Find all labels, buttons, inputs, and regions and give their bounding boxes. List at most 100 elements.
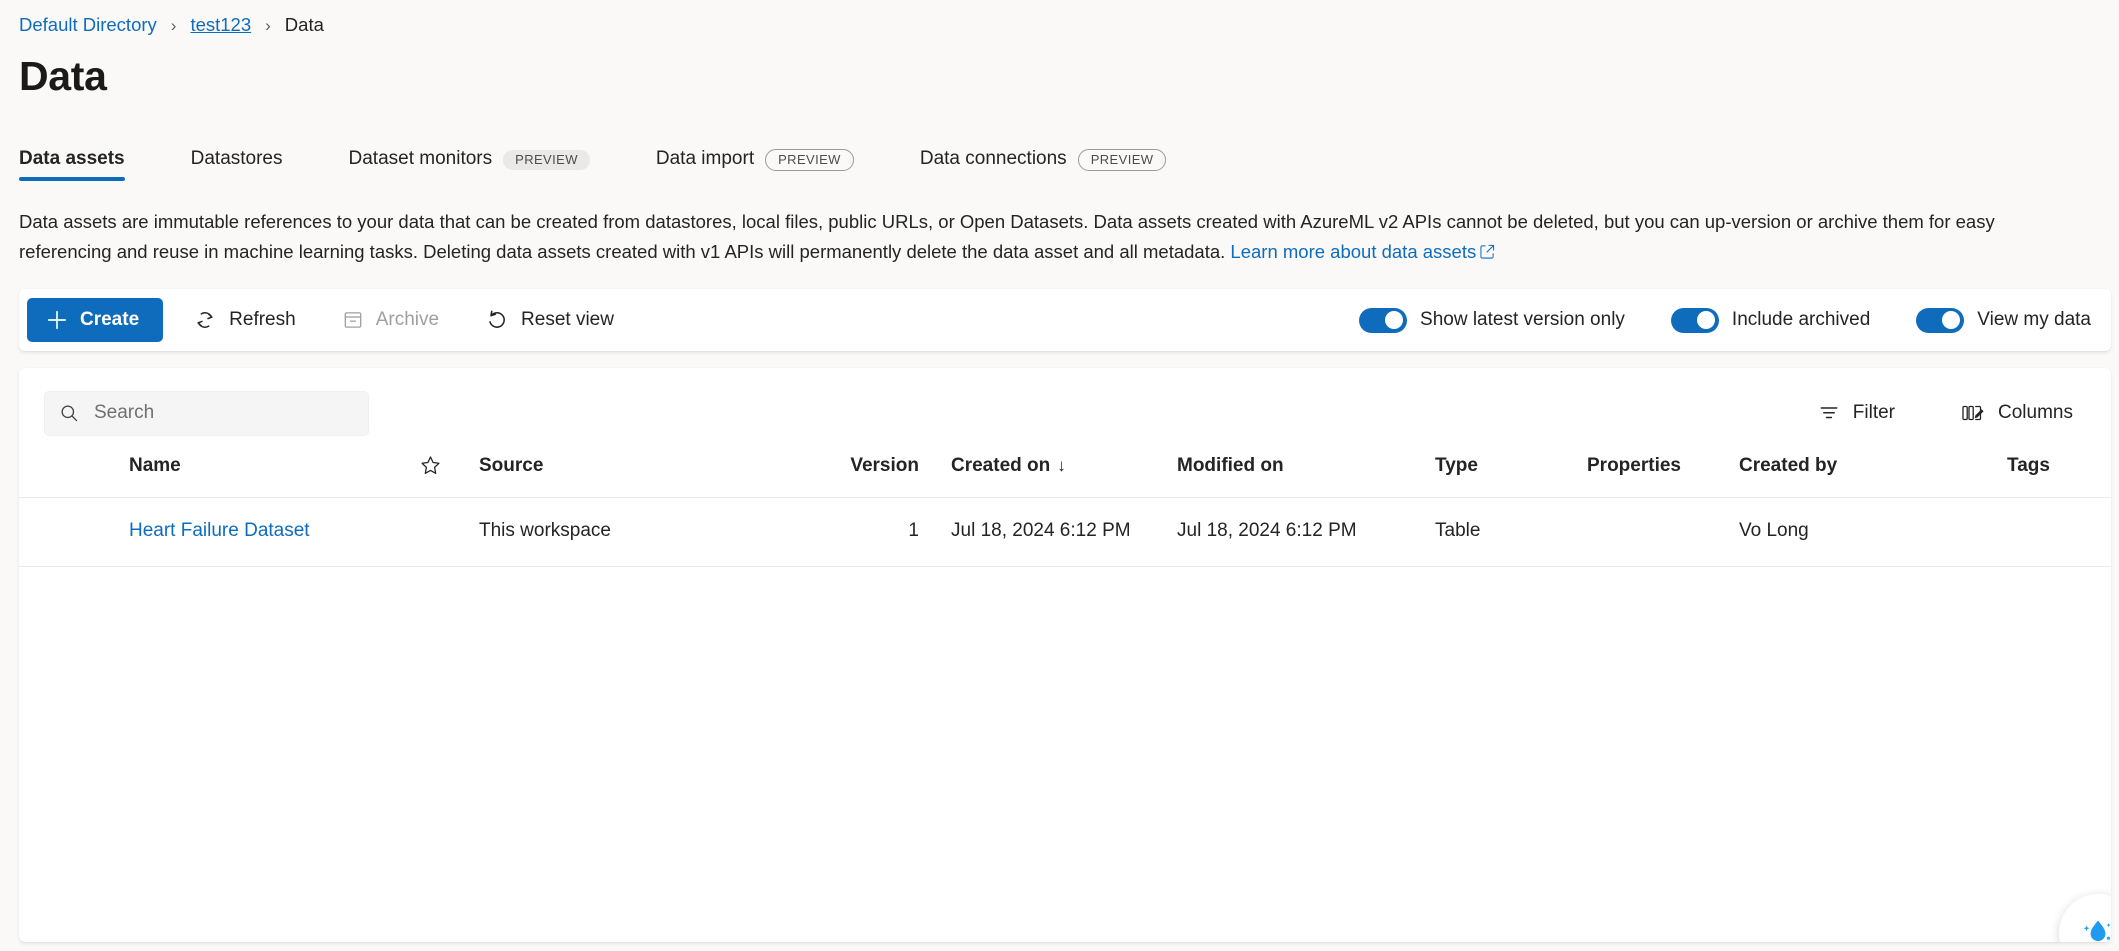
external-link-icon bbox=[1480, 244, 1495, 259]
column-header-properties[interactable]: Properties bbox=[1587, 440, 1739, 499]
star-icon bbox=[419, 454, 479, 477]
sort-descending-icon: ↓ bbox=[1057, 455, 1066, 475]
table-toolbar: Filter Columns bbox=[19, 368, 2111, 440]
column-header-favorite[interactable] bbox=[419, 440, 479, 499]
toggle-view-my-data[interactable]: View my data bbox=[1916, 307, 2091, 333]
data-asset-link[interactable]: Heart Failure Dataset bbox=[129, 520, 310, 541]
preview-badge: PREVIEW bbox=[503, 150, 590, 171]
table-tool-buttons: Filter Columns bbox=[1766, 394, 2087, 432]
table-row[interactable]: Heart Failure Dataset This workspace 1 J… bbox=[19, 497, 2111, 568]
column-header-tags[interactable]: Tags bbox=[2007, 440, 2111, 499]
cell-favorite[interactable] bbox=[419, 497, 479, 568]
search-box[interactable] bbox=[44, 390, 369, 436]
archive-label: Archive bbox=[375, 309, 440, 331]
toggle-knob bbox=[1942, 311, 1961, 330]
column-header-version[interactable]: Version bbox=[809, 440, 919, 499]
tab-label: Data connections bbox=[919, 148, 1067, 170]
search-input[interactable] bbox=[94, 402, 354, 425]
toggle-knob bbox=[1696, 311, 1715, 330]
cell-name: Heart Failure Dataset bbox=[19, 497, 419, 568]
data-assets-table: Name Source Version Created on ↓ Modifie… bbox=[19, 440, 2111, 568]
cell-modified-on: Jul 18, 2024 6:12 PM bbox=[1177, 497, 1435, 568]
search-icon bbox=[59, 403, 80, 424]
columns-label: Columns bbox=[1998, 402, 2073, 424]
tab-label: Dataset monitors bbox=[348, 148, 493, 170]
tab-dataset-monitors[interactable]: Dataset monitors PREVIEW bbox=[349, 131, 612, 187]
table-body: Heart Failure Dataset This workspace 1 J… bbox=[19, 497, 2111, 568]
column-label: Type bbox=[1435, 454, 1478, 476]
archive-button[interactable]: Archive bbox=[326, 298, 455, 342]
table-header: Name Source Version Created on ↓ Modifie… bbox=[19, 440, 2111, 499]
column-label: Created by bbox=[1739, 454, 1838, 476]
tab-data-import[interactable]: Data import PREVIEW bbox=[656, 131, 876, 187]
column-label: Source bbox=[479, 454, 544, 476]
cell-created-on: Jul 18, 2024 6:12 PM bbox=[919, 497, 1177, 568]
column-header-source[interactable]: Source bbox=[479, 440, 809, 499]
columns-button[interactable]: Columns bbox=[1947, 394, 2087, 432]
breadcrumb-item-default-directory[interactable]: Default Directory bbox=[19, 14, 157, 36]
filter-label: Filter bbox=[1852, 402, 1896, 424]
cell-version: 1 bbox=[809, 497, 919, 568]
toggle-switch[interactable] bbox=[1359, 307, 1408, 333]
page-title: Data bbox=[19, 53, 107, 99]
tab-data-assets[interactable]: Data assets bbox=[19, 131, 147, 187]
toggle-label: Include archived bbox=[1731, 309, 1871, 331]
cell-type: Table bbox=[1435, 497, 1587, 568]
column-header-name[interactable]: Name bbox=[19, 440, 419, 499]
cell-tags bbox=[2007, 497, 2111, 568]
command-toolbar-toggles: Show latest version only Include archive… bbox=[1359, 307, 2097, 333]
create-label: Create bbox=[80, 309, 140, 331]
tab-bar: Data assets Datastores Dataset monitors … bbox=[0, 131, 2119, 187]
toggle-knob bbox=[1385, 311, 1404, 330]
refresh-button[interactable]: Refresh bbox=[177, 298, 312, 342]
description-text: Data assets are immutable references to … bbox=[19, 211, 1995, 263]
filter-icon bbox=[1818, 402, 1840, 424]
toggle-switch[interactable] bbox=[1670, 307, 1719, 333]
preview-badge: PREVIEW bbox=[765, 149, 854, 172]
column-label: Properties bbox=[1587, 454, 1681, 476]
toggle-switch[interactable] bbox=[1916, 307, 1965, 333]
refresh-label: Refresh bbox=[229, 309, 296, 331]
reset-view-button[interactable]: Reset view bbox=[469, 298, 630, 342]
toggle-include-archived[interactable]: Include archived bbox=[1670, 307, 1871, 333]
breadcrumb-item-test123[interactable]: test123 bbox=[190, 14, 251, 36]
tab-label: Data assets bbox=[19, 148, 125, 170]
column-label: Tags bbox=[2007, 454, 2050, 476]
breadcrumb-separator-icon: › bbox=[170, 15, 177, 35]
cell-properties bbox=[1587, 497, 1739, 568]
breadcrumb: Default Directory › test123 › Data bbox=[0, 0, 2119, 40]
columns-edit-icon bbox=[1961, 402, 1985, 424]
column-label: Modified on bbox=[1177, 454, 1284, 476]
copilot-button[interactable] bbox=[2059, 894, 2111, 943]
cell-source: This workspace bbox=[479, 497, 809, 568]
reset-view-label: Reset view bbox=[521, 309, 614, 331]
toggle-label: Show latest version only bbox=[1420, 309, 1625, 331]
tab-label: Datastores bbox=[190, 148, 283, 170]
archive-icon bbox=[342, 309, 364, 331]
refresh-icon bbox=[193, 308, 217, 332]
tab-datastores[interactable]: Datastores bbox=[191, 131, 305, 187]
toggle-label: View my data bbox=[1977, 309, 2091, 331]
preview-badge: PREVIEW bbox=[1077, 149, 1167, 172]
learn-more-link[interactable]: Learn more about data assets bbox=[1230, 241, 1476, 262]
column-header-modified-on[interactable]: Modified on bbox=[1177, 440, 1435, 499]
command-toolbar: Create Refresh Archive Reset view Show l… bbox=[19, 289, 2111, 352]
toggle-show-latest-version-only[interactable]: Show latest version only bbox=[1359, 307, 1625, 333]
column-header-created-on[interactable]: Created on ↓ bbox=[919, 440, 1177, 499]
page-description: Data assets are immutable references to … bbox=[0, 187, 2096, 267]
filter-button[interactable]: Filter bbox=[1804, 394, 1909, 432]
copilot-droplet-icon bbox=[2077, 912, 2111, 942]
data-assets-page: Default Directory › test123 › Data Data … bbox=[0, 0, 2119, 951]
create-button[interactable]: Create bbox=[27, 298, 164, 343]
breadcrumb-item-data: Data bbox=[284, 14, 324, 35]
learn-more-label: Learn more about data assets bbox=[1230, 241, 1477, 263]
plus-icon bbox=[46, 309, 68, 331]
table-header-row: Name Source Version Created on ↓ Modifie… bbox=[19, 440, 2111, 499]
column-header-type[interactable]: Type bbox=[1435, 440, 1587, 499]
column-label: Name bbox=[129, 454, 181, 476]
column-header-created-by[interactable]: Created by bbox=[1739, 440, 2007, 499]
tab-data-connections[interactable]: Data connections PREVIEW bbox=[920, 131, 1189, 187]
cell-created-by: Vo Long bbox=[1739, 497, 2007, 568]
column-label: Created on bbox=[951, 454, 1051, 476]
column-label: Version bbox=[850, 454, 919, 476]
